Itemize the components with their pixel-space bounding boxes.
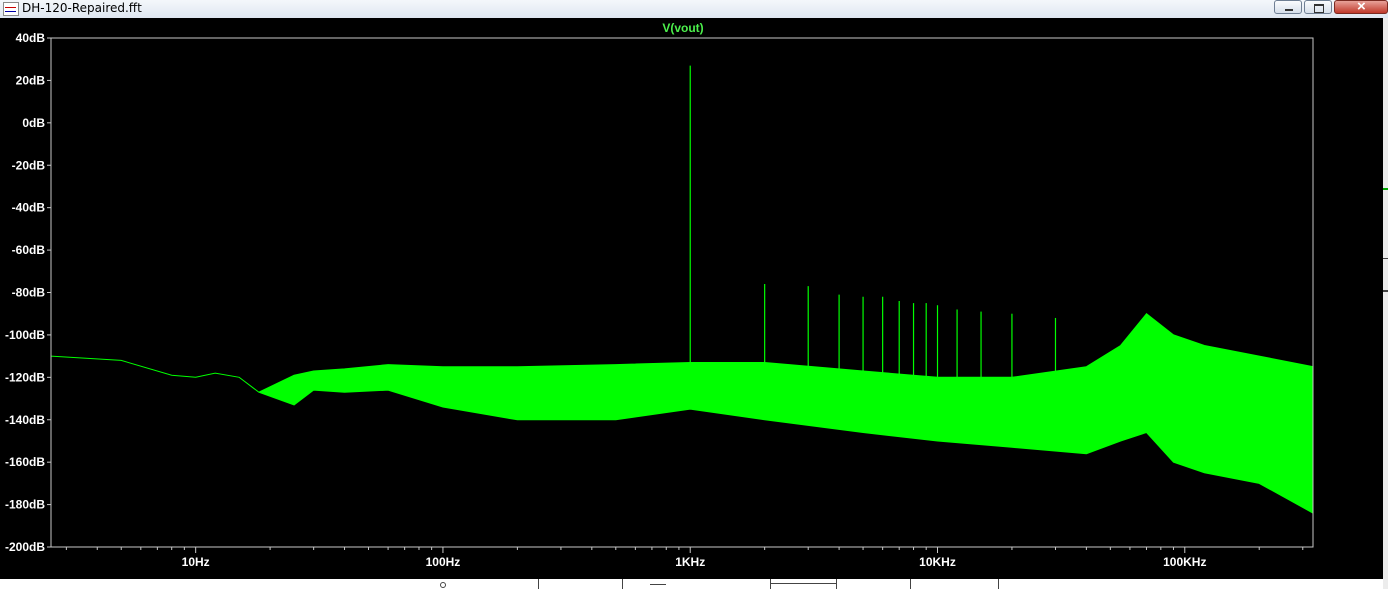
minimize-button[interactable] xyxy=(1274,0,1302,14)
plot-background xyxy=(0,18,1383,579)
y-tick-label-7: -100dB xyxy=(5,328,45,342)
maximize-button[interactable] xyxy=(1304,0,1332,14)
y-tick-label-11: -180dB xyxy=(5,498,45,512)
y-tick-label-8: -120dB xyxy=(5,370,45,384)
y-tick-label-4: -40dB xyxy=(12,201,46,215)
x-tick-label-2: 1KHz xyxy=(675,555,705,569)
waveform-app-icon xyxy=(3,2,19,16)
schematic-window-strip xyxy=(0,579,1383,589)
trace-label-vout[interactable]: V(vout) xyxy=(662,21,703,35)
x-tick-label-4: 100KHz xyxy=(1163,555,1206,569)
y-tick-label-2: 0dB xyxy=(22,116,45,130)
y-tick-label-5: -60dB xyxy=(12,243,46,257)
adjacent-window-strip xyxy=(1383,18,1388,589)
x-tick-label-1: 100Hz xyxy=(426,555,461,569)
x-tick-label-0: 10Hz xyxy=(182,555,210,569)
window-titlebar[interactable]: DH-120-Repaired.fft xyxy=(0,0,1388,19)
y-tick-label-3: -20dB xyxy=(12,158,46,172)
y-tick-label-6: -80dB xyxy=(12,286,46,300)
y-tick-label-0: 40dB xyxy=(16,31,46,45)
window-title: DH-120-Repaired.fft xyxy=(22,1,142,15)
y-tick-label-9: -140dB xyxy=(5,413,45,427)
y-tick-label-10: -160dB xyxy=(5,455,45,469)
close-button[interactable] xyxy=(1334,0,1388,15)
fft-plot[interactable]: V(vout) 40dB 20dB 0dB -20dB -40dB -60dB -80dB -… xyxy=(0,18,1383,579)
y-tick-label-1: 20dB xyxy=(16,73,46,87)
y-tick-label-12: -200dB xyxy=(5,540,45,554)
x-tick-label-3: 10KHz xyxy=(919,555,956,569)
